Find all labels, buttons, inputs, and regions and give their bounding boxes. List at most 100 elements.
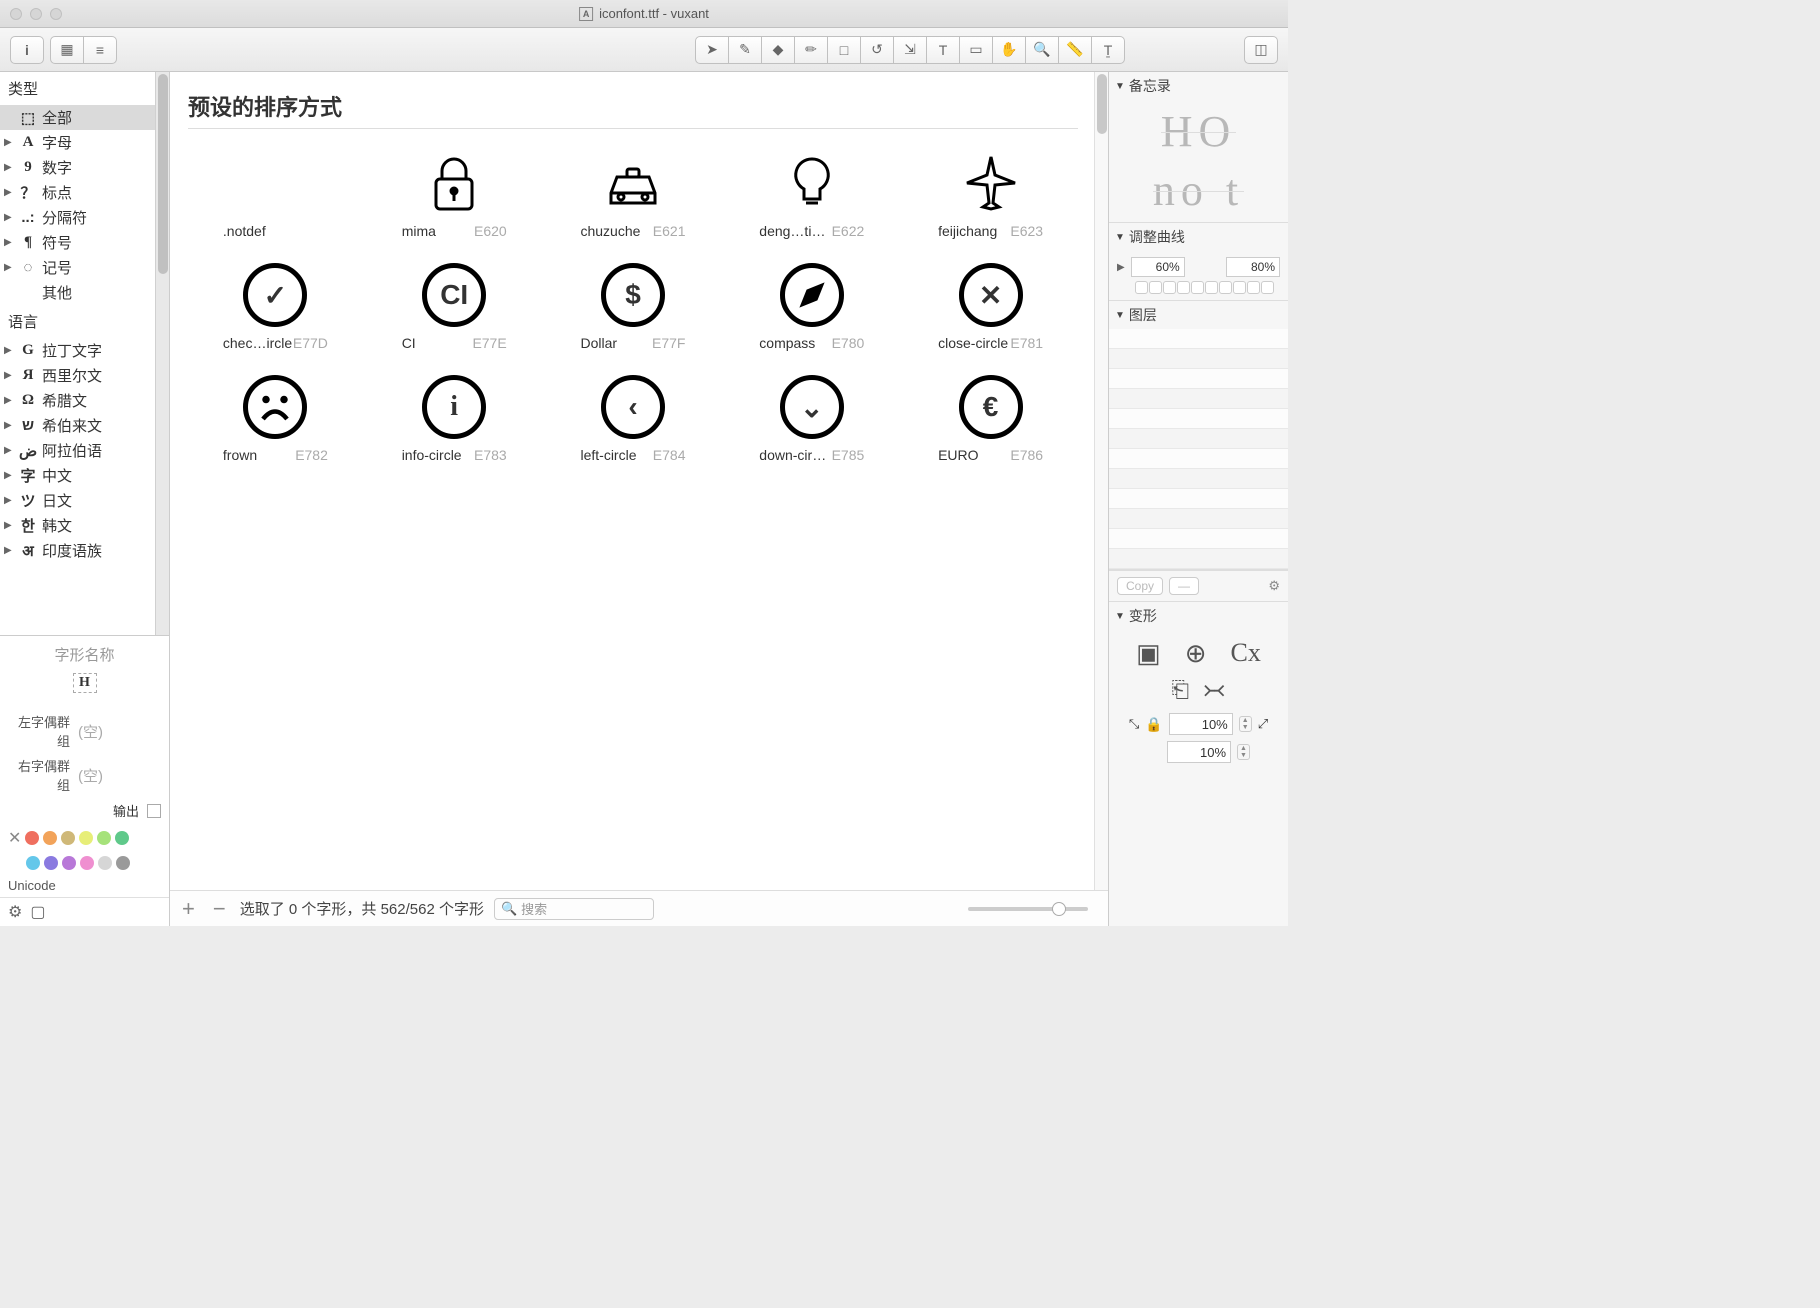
flip-vertical-icon[interactable]: ᚛᚜ — [1203, 677, 1225, 703]
stepper-a[interactable]: ▲▼ — [1239, 716, 1252, 732]
minimize-window-icon[interactable] — [30, 8, 42, 20]
scale-in-icon[interactable]: ⤢ — [1258, 716, 1268, 732]
remove-layer-button[interactable]: — — [1169, 577, 1199, 595]
glyph-cell[interactable]: chuzucheE621 — [546, 139, 721, 243]
color-swatch[interactable] — [61, 831, 75, 845]
color-swatch[interactable] — [80, 856, 94, 870]
pen-tool-button[interactable]: ✎ — [728, 36, 762, 64]
transform-input-a[interactable]: 10% — [1169, 713, 1233, 735]
add-glyph-button[interactable]: + — [178, 896, 199, 922]
glyph-cell[interactable]: ‹ left-circleE784 — [546, 363, 721, 467]
glyph-cell[interactable]: ✓ chec…ircleE77D — [188, 251, 363, 355]
layers-section-header[interactable]: ▼图层 — [1109, 301, 1288, 329]
gear-icon[interactable]: ⚙ — [1268, 578, 1280, 594]
panels-button[interactable]: ◫ — [1244, 36, 1278, 64]
sidebar-lang-item[interactable]: ▶Ω希腊文 — [0, 388, 169, 413]
sidebar-type-item[interactable]: ▶9数字 — [0, 155, 169, 180]
transform-section-header[interactable]: ▼变形 — [1109, 602, 1288, 630]
sidebar-type-item[interactable]: ⬚全部 — [0, 105, 169, 130]
zoom-slider[interactable] — [968, 907, 1088, 911]
pointer-tool-button[interactable]: ➤ — [695, 36, 729, 64]
cap-x-icon[interactable]: Cx — [1231, 638, 1261, 669]
color-swatch[interactable] — [62, 856, 76, 870]
color-swatch[interactable] — [26, 856, 40, 870]
color-swatch[interactable] — [98, 856, 112, 870]
main-scrollbar[interactable] — [1094, 72, 1108, 890]
annotation-tool-button[interactable]: ▭ — [959, 36, 993, 64]
sidebar-lang-item[interactable]: ▶字中文 — [0, 463, 169, 488]
sidebar-type-item[interactable]: ▶A字母 — [0, 130, 169, 155]
hand-tool-button[interactable]: ✋ — [992, 36, 1026, 64]
search-input[interactable]: 🔍 搜索 — [494, 898, 654, 920]
memo-section-header[interactable]: ▼备忘录 — [1109, 72, 1288, 100]
remove-glyph-button[interactable]: − — [209, 896, 230, 922]
glyph-cell[interactable]: $ DollarE77F — [546, 251, 721, 355]
layers-list[interactable] — [1109, 329, 1288, 569]
sidebar-type-item[interactable]: ▶¶符号 — [0, 230, 169, 255]
curve-input-b[interactable]: 80% — [1226, 257, 1280, 277]
color-swatch[interactable] — [97, 831, 111, 845]
glyph-cell[interactable]: frownE782 — [188, 363, 363, 467]
glyph-cell[interactable]: mimaE620 — [367, 139, 542, 243]
sidebar-lang-item[interactable]: ▶G拉丁文字 — [0, 338, 169, 363]
curve-presets[interactable] — [1135, 281, 1280, 294]
sidebar-lang-item[interactable]: ▶한韩文 — [0, 513, 169, 538]
pencil-tool-button[interactable]: ✏ — [794, 36, 828, 64]
shape-tool-button[interactable]: □ — [827, 36, 861, 64]
color-swatch[interactable] — [115, 831, 129, 845]
glyph-cell[interactable]: ⌄ down-circleE785 — [724, 363, 899, 467]
gear-icon[interactable]: ⚙ — [8, 902, 22, 922]
crosshair-icon[interactable]: ⊕ — [1185, 638, 1207, 669]
grid-view-button[interactable]: ▦ — [50, 36, 84, 64]
batch-icon[interactable]: ▢ — [30, 902, 45, 922]
glyph-cell[interactable]: compassE780 — [724, 251, 899, 355]
glyph-cell[interactable]: deng…tishiE622 — [724, 139, 899, 243]
zoom-window-icon[interactable] — [50, 8, 62, 20]
bounding-box-icon[interactable]: ▣ — [1136, 638, 1161, 669]
measure-tool-button[interactable]: Ṯ — [1091, 36, 1125, 64]
text-tool-button[interactable]: T — [926, 36, 960, 64]
color-swatch[interactable] — [116, 856, 130, 870]
curve-section-header[interactable]: ▼调整曲线 — [1109, 223, 1288, 251]
scale-out-icon[interactable]: ⤡ — [1129, 716, 1139, 732]
zoom-tool-button[interactable]: 🔍 — [1025, 36, 1059, 64]
lock-icon[interactable]: 🔒 — [1145, 716, 1162, 733]
sidebar-lang-item[interactable]: ▶Я西里尔文 — [0, 363, 169, 388]
copy-button[interactable]: Copy — [1117, 577, 1163, 595]
flip-horizontal-icon[interactable]: ⎗ — [1172, 677, 1190, 703]
output-checkbox[interactable] — [147, 804, 161, 818]
clear-color-icon[interactable]: ✕ — [8, 828, 21, 848]
close-window-icon[interactable] — [10, 8, 22, 20]
stepper-b[interactable]: ▲▼ — [1237, 744, 1250, 760]
glyph-cell[interactable]: ✕ close-circleE781 — [903, 251, 1078, 355]
color-swatch[interactable] — [43, 831, 57, 845]
sidebar-type-item[interactable]: ▶◌记号 — [0, 255, 169, 280]
glyph-cell[interactable]: € EUROE786 — [903, 363, 1078, 467]
erase-tool-button[interactable]: ◆ — [761, 36, 795, 64]
rotate-tool-button[interactable]: ↺ — [860, 36, 894, 64]
curve-input-a[interactable]: 60% — [1131, 257, 1185, 277]
sidebar-lang-item[interactable]: ▶ツ日文 — [0, 488, 169, 513]
sidebar-lang-item[interactable]: ▶ש希伯来文 — [0, 413, 169, 438]
ruler-tool-button[interactable]: 📏 — [1058, 36, 1092, 64]
sidebar-scrollbar[interactable] — [155, 72, 169, 635]
sidebar-type-item[interactable]: ▶..:分隔符 — [0, 205, 169, 230]
sidebar-lang-item[interactable]: ▶ض阿拉伯语 — [0, 438, 169, 463]
curve-expand-icon[interactable]: ▶ — [1117, 262, 1125, 273]
sidebar-type-item[interactable]: ▶？标点 — [0, 180, 169, 205]
glyph-cell[interactable]: feijichangE623 — [903, 139, 1078, 243]
scale-tool-button[interactable]: ⇲ — [893, 36, 927, 64]
list-view-button[interactable]: ≡ — [83, 36, 117, 64]
color-swatch[interactable] — [79, 831, 93, 845]
glyph-cell[interactable]: i info-circleE783 — [367, 363, 542, 467]
left-kern-value[interactable]: (空) — [78, 721, 103, 742]
info-button[interactable]: i — [10, 36, 44, 64]
transform-input-b[interactable]: 10% — [1167, 741, 1231, 763]
sidebar-lang-item[interactable]: ▶अ印度语族 — [0, 538, 169, 563]
color-swatch[interactable] — [25, 831, 39, 845]
glyph-cell[interactable]: .notdef — [188, 139, 363, 243]
glyph-cell[interactable]: CI CIE77E — [367, 251, 542, 355]
sidebar-type-item[interactable]: 其他 — [0, 280, 169, 305]
right-kern-value[interactable]: (空) — [78, 765, 103, 786]
color-swatch[interactable] — [44, 856, 58, 870]
